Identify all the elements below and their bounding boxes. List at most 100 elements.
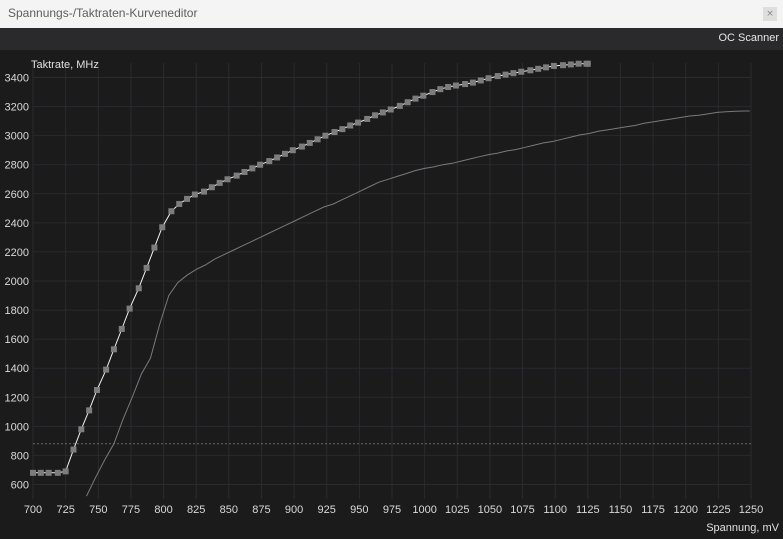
curve-point[interactable] xyxy=(412,95,419,102)
curve-point[interactable] xyxy=(518,68,525,75)
curve-point[interactable] xyxy=(191,191,198,198)
curve-point[interactable] xyxy=(339,126,346,133)
curve-point[interactable] xyxy=(176,200,183,207)
curve-point[interactable] xyxy=(364,115,371,122)
x-tick-label: 750 xyxy=(89,504,107,516)
curve-point[interactable] xyxy=(151,244,158,251)
curve-point[interactable] xyxy=(387,106,394,113)
oc-scanner-button[interactable]: OC Scanner xyxy=(718,32,779,44)
curve-point[interactable] xyxy=(560,62,567,69)
y-tick-label: 2200 xyxy=(5,247,29,259)
curve-point[interactable] xyxy=(274,154,281,161)
curve-point[interactable] xyxy=(103,366,110,373)
curve-point[interactable] xyxy=(502,71,509,78)
x-tick-label: 825 xyxy=(187,504,205,516)
curve-point[interactable] xyxy=(379,109,386,116)
curve-point[interactable] xyxy=(54,469,61,476)
close-button[interactable]: × xyxy=(763,7,777,21)
curve-point[interactable] xyxy=(404,99,411,106)
curve-point[interactable] xyxy=(347,122,354,129)
curve-point[interactable] xyxy=(37,469,44,476)
y-tick-label: 800 xyxy=(11,450,29,462)
y-tick-label: 1200 xyxy=(5,392,29,404)
curve-point[interactable] xyxy=(535,65,542,72)
curve-point[interactable] xyxy=(62,468,69,475)
curve-point[interactable] xyxy=(168,208,175,215)
x-tick-label: 850 xyxy=(220,504,238,516)
x-tick-label: 975 xyxy=(383,504,401,516)
curve-point[interactable] xyxy=(70,446,77,453)
curve-point[interactable] xyxy=(477,77,484,84)
x-tick-label: 1075 xyxy=(510,504,534,516)
x-tick-label: 1150 xyxy=(609,504,633,516)
curve-point[interactable] xyxy=(93,387,100,393)
y-tick-label: 2000 xyxy=(5,276,29,288)
curve-point[interactable] xyxy=(86,407,93,414)
curve-point[interactable] xyxy=(550,62,557,69)
curve-point[interactable] xyxy=(110,346,117,353)
curve-point[interactable] xyxy=(331,129,338,136)
curve-point[interactable] xyxy=(543,64,550,71)
curve-point[interactable] xyxy=(257,161,264,168)
curve-point[interactable] xyxy=(118,325,125,332)
curve-point[interactable] xyxy=(135,285,142,292)
curve-point[interactable] xyxy=(452,82,459,89)
x-tick-label: 775 xyxy=(122,504,140,516)
curve-point[interactable] xyxy=(143,264,150,271)
curve-point[interactable] xyxy=(462,81,469,88)
curve-point[interactable] xyxy=(306,139,313,146)
x-tick-label: 900 xyxy=(285,504,303,516)
x-tick-label: 925 xyxy=(318,504,336,516)
curve-point[interactable] xyxy=(78,426,85,433)
x-tick-label: 1000 xyxy=(412,504,436,516)
curve-point[interactable] xyxy=(575,60,582,67)
y-tick-label: 3000 xyxy=(5,131,29,143)
curve-point[interactable] xyxy=(396,102,403,109)
curve-point[interactable] xyxy=(159,224,166,231)
curve-point[interactable] xyxy=(216,179,223,186)
curve-point[interactable] xyxy=(241,169,248,175)
curve-point[interactable] xyxy=(201,188,208,195)
curve-point[interactable] xyxy=(126,305,133,312)
curve-point[interactable] xyxy=(45,469,52,476)
y-axis-ticks: 600 800 1000 1200 1400 1600 1800 2000 2200 2400 26… xyxy=(5,73,29,492)
x-tick-label: 1225 xyxy=(706,504,730,516)
y-tick-label: 1600 xyxy=(5,334,29,346)
x-tick-label: 700 xyxy=(24,504,42,516)
curve-point[interactable] xyxy=(510,70,517,77)
curve-point[interactable] xyxy=(249,165,256,172)
curve-point[interactable] xyxy=(567,61,574,68)
curve-point[interactable] xyxy=(437,86,444,93)
x-tick-label: 725 xyxy=(56,504,74,516)
curve-point[interactable] xyxy=(208,184,215,191)
y-tick-label: 1000 xyxy=(5,421,29,433)
curve-point[interactable] xyxy=(355,119,362,126)
curve-point[interactable] xyxy=(314,136,321,143)
curve-point[interactable] xyxy=(224,176,231,183)
y-tick-label: 1400 xyxy=(5,363,29,375)
curve-point[interactable] xyxy=(233,172,240,179)
curve-point[interactable] xyxy=(30,469,36,476)
curve-point[interactable] xyxy=(584,60,591,67)
curve-point[interactable] xyxy=(289,147,296,154)
curve-point[interactable] xyxy=(184,195,191,202)
x-tick-label: 875 xyxy=(252,504,270,516)
curve-point[interactable] xyxy=(445,83,452,90)
x-tick-label: 1175 xyxy=(641,504,665,516)
toolbar: OC Scanner xyxy=(0,28,783,50)
curve-point[interactable] xyxy=(485,75,492,82)
curve-point[interactable] xyxy=(281,150,288,157)
curve-point[interactable] xyxy=(527,67,534,74)
curve-point[interactable] xyxy=(429,89,436,96)
curve-point[interactable] xyxy=(469,79,476,86)
curve-point[interactable] xyxy=(298,143,305,150)
y-tick-label: 600 xyxy=(11,479,29,491)
x-tick-label: 1200 xyxy=(673,504,697,516)
y-tick-label: 2600 xyxy=(5,189,29,201)
curve-point[interactable] xyxy=(372,112,379,119)
curve-point[interactable] xyxy=(322,132,329,139)
curve-point[interactable] xyxy=(494,73,501,80)
curve-point[interactable] xyxy=(266,158,273,165)
curve-editor-chart[interactable]: 600 800 1000 1200 1400 1600 1800 2000 2200 2400 26… xyxy=(0,50,783,539)
curve-point[interactable] xyxy=(420,92,427,99)
